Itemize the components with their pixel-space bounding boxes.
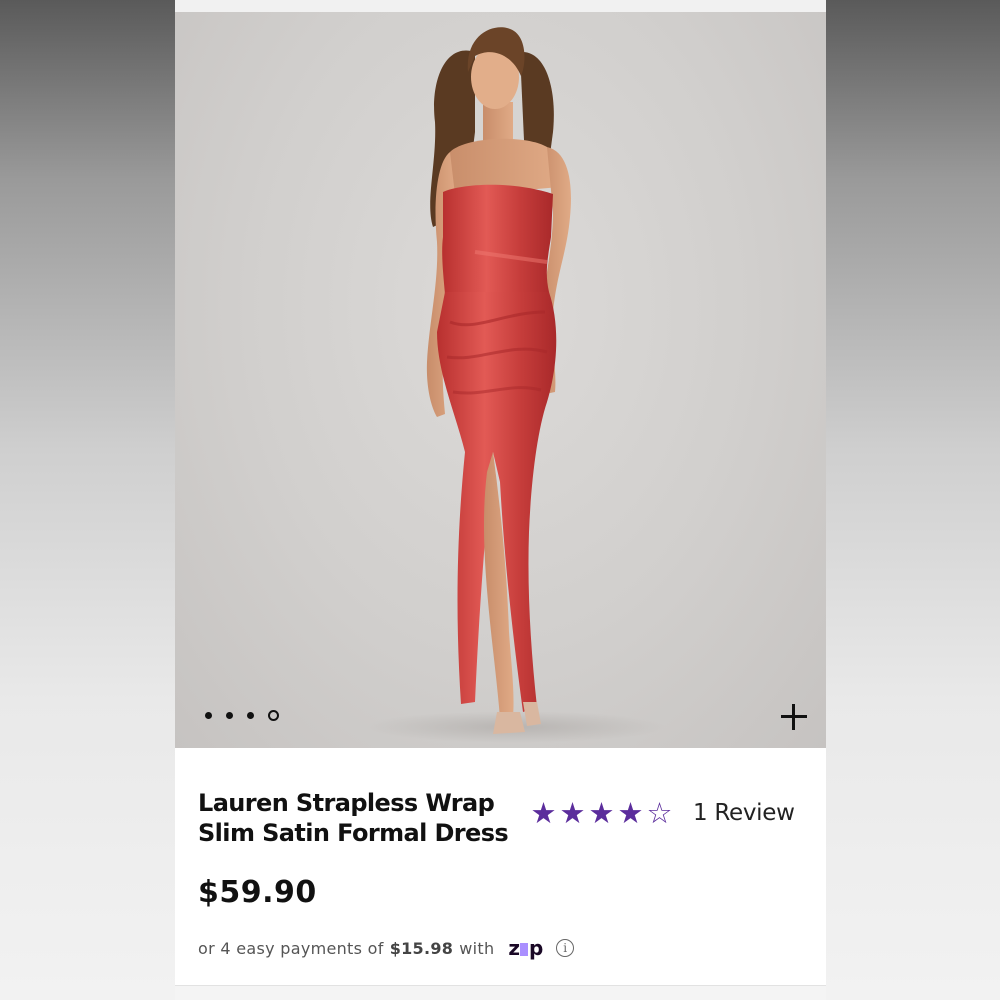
product-card: Lauren Strapless Wrap Slim Satin Formal … — [175, 0, 826, 1000]
product-price: $59.90 — [198, 875, 317, 910]
product-title: Lauren Strapless Wrap Slim Satin Formal … — [198, 789, 509, 847]
bottom-bar — [175, 985, 826, 1000]
zip-logo: zp — [508, 936, 543, 960]
payments-prefix: or 4 easy payments of — [198, 938, 384, 958]
plus-icon[interactable] — [777, 700, 811, 734]
star-filled-icon: ★ — [559, 796, 586, 830]
rating[interactable]: ★ ★ ★ ★ ☆ 1 Review — [529, 797, 795, 829]
info-icon[interactable]: i — [556, 939, 575, 957]
slide-dot[interactable] — [226, 712, 233, 719]
slide-dot-active[interactable] — [268, 710, 279, 721]
installment-payments: or 4 easy payments of $15.98 with zp i — [198, 936, 575, 960]
star-empty-icon: ☆ — [646, 796, 673, 830]
star-filled-icon: ★ — [530, 796, 557, 830]
product-image[interactable] — [175, 12, 826, 748]
slide-dot[interactable] — [205, 712, 212, 719]
star-filled-icon: ★ — [588, 796, 615, 830]
star-filled-icon: ★ — [617, 796, 644, 830]
slide-indicators — [205, 710, 279, 721]
slide-dot[interactable] — [247, 712, 254, 719]
model-illustration — [365, 27, 665, 743]
review-count-link[interactable]: 1 Review — [693, 800, 795, 826]
payments-suffix: with — [459, 938, 495, 958]
payments-amount: $15.98 — [389, 938, 454, 958]
